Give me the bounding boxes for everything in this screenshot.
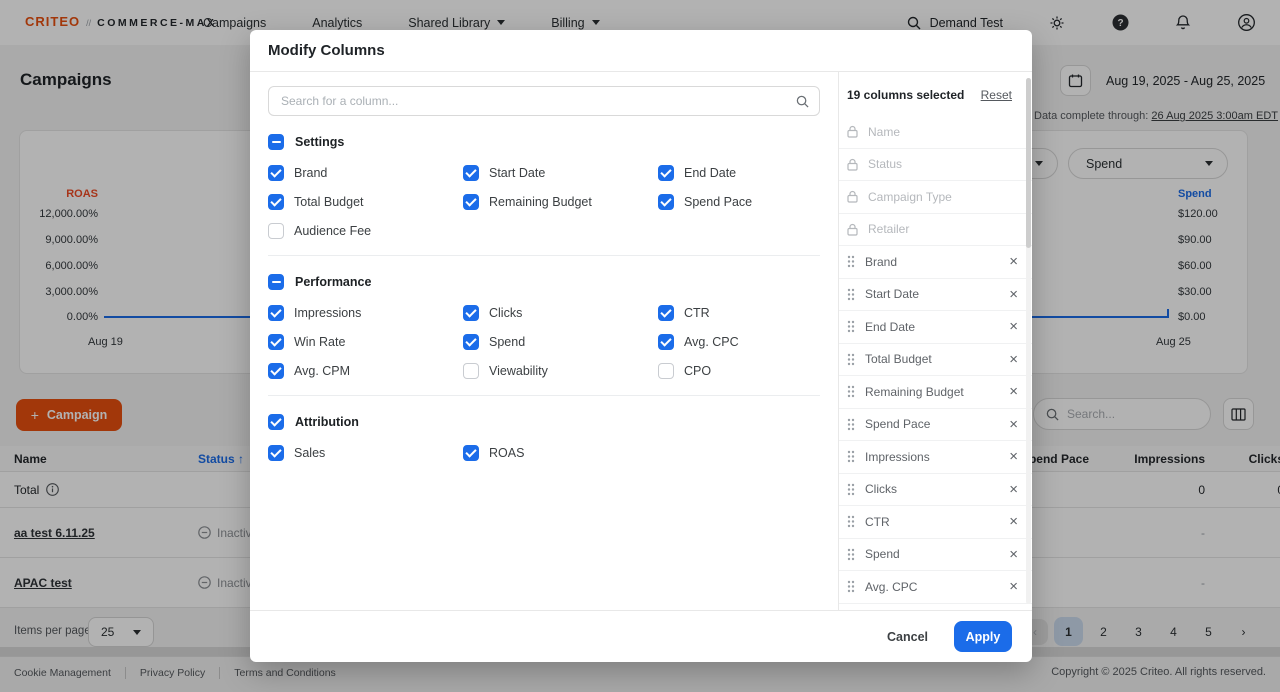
selected-count: 19 columns selected [847,88,964,102]
ordered-column-row[interactable]: End Date× [839,311,1032,344]
column-option-roas[interactable]: ROAS [463,445,658,461]
drag-handle-icon[interactable] [847,418,855,431]
checkbox[interactable] [463,194,479,210]
panel-scrollbar[interactable] [1026,78,1031,604]
remove-column-icon[interactable]: × [1009,319,1018,334]
drag-handle-icon[interactable] [847,548,855,561]
column-option-remaining-budget[interactable]: Remaining Budget [463,194,658,210]
locked-column-row: Status [839,149,1032,182]
column-option-audience-fee[interactable]: Audience Fee [268,223,463,239]
drag-handle-icon[interactable] [847,483,855,496]
checkbox[interactable] [268,363,284,379]
remove-column-icon[interactable]: × [1009,547,1018,562]
cancel-button[interactable]: Cancel [887,630,928,644]
column-option-avg-cpm[interactable]: Avg. CPM [268,363,463,379]
remove-column-icon[interactable]: × [1009,449,1018,464]
drag-handle-icon[interactable] [847,255,855,268]
drag-handle-icon[interactable] [847,580,855,593]
column-option-sales[interactable]: Sales [268,445,463,461]
lock-icon [847,158,858,171]
column-option-start-date[interactable]: Start Date [463,165,658,181]
column-option-clicks[interactable]: Clicks [463,305,658,321]
remove-column-icon[interactable]: × [1009,384,1018,399]
column-option-viewability[interactable]: Viewability [463,363,658,379]
ordered-column-row[interactable]: Total Budget× [839,344,1032,377]
checkbox[interactable] [658,363,674,379]
checkbox[interactable] [658,165,674,181]
ordered-column-row[interactable]: Clicks× [839,474,1032,507]
group-performance[interactable]: Performance [268,274,820,290]
ordered-column-row[interactable]: Remaining Budget× [839,376,1032,409]
search-icon [796,95,809,108]
divider [268,395,820,396]
checkbox[interactable] [268,223,284,239]
lock-icon [847,125,858,138]
drag-handle-icon[interactable] [847,320,855,333]
drag-handle-icon[interactable] [847,288,855,301]
group-settings[interactable]: Settings [268,134,820,150]
checkbox[interactable] [463,305,479,321]
modal-title: Modify Columns [268,42,385,59]
ordered-column-row[interactable]: Start Date× [839,279,1032,312]
ordered-column-row[interactable]: Spend Pace× [839,409,1032,442]
drag-handle-icon[interactable] [847,450,855,463]
column-option-impressions[interactable]: Impressions [268,305,463,321]
checkbox[interactable] [463,445,479,461]
group-checkbox[interactable] [268,414,284,430]
drag-handle-icon[interactable] [847,385,855,398]
remove-column-icon[interactable]: × [1009,579,1018,594]
lock-icon [847,190,858,203]
screen: CRITEO // COMMERCE-MAX Campaigns Analyti… [0,0,1280,692]
group-checkbox[interactable] [268,274,284,290]
ordered-column-row[interactable]: Spend× [839,539,1032,572]
checkbox[interactable] [463,165,479,181]
remove-column-icon[interactable]: × [1009,514,1018,529]
selected-columns-panel: 19 columns selected Reset Name Status Ca… [838,72,1032,610]
remove-column-icon[interactable]: × [1009,254,1018,269]
remove-column-icon[interactable]: × [1009,417,1018,432]
column-option-cpo[interactable]: CPO [658,363,820,379]
drag-handle-icon[interactable] [847,515,855,528]
remove-column-icon[interactable]: × [1009,352,1018,367]
column-option-end-date[interactable]: End Date [658,165,820,181]
checkbox[interactable] [268,165,284,181]
checkbox[interactable] [658,305,674,321]
column-option-avg-cpc[interactable]: Avg. CPC [658,334,820,350]
column-option-total-budget[interactable]: Total Budget [268,194,463,210]
locked-column-row: Retailer [839,214,1032,247]
column-option-win-rate[interactable]: Win Rate [268,334,463,350]
checkbox[interactable] [268,445,284,461]
column-search-input[interactable]: Search for a column... [268,86,820,116]
ordered-column-row[interactable]: Impressions× [839,441,1032,474]
modify-columns-modal: Modify Columns Search for a column... Se… [250,30,1032,662]
checkbox[interactable] [268,194,284,210]
group-checkbox[interactable] [268,134,284,150]
ordered-column-row[interactable]: Avg. CPC× [839,571,1032,604]
modal-column-picker: Search for a column... Settings Brand St… [250,72,838,610]
column-option-spend-pace[interactable]: Spend Pace [658,194,820,210]
checkbox[interactable] [268,305,284,321]
locked-column-row: Name [839,116,1032,149]
checkbox[interactable] [658,334,674,350]
reset-link[interactable]: Reset [981,88,1012,102]
group-attribution[interactable]: Attribution [268,414,820,430]
modal-footer: Cancel Apply [250,610,1032,662]
lock-icon [847,223,858,236]
checkbox[interactable] [658,194,674,210]
ordered-column-row[interactable]: CTR× [839,506,1032,539]
modal-header: Modify Columns [250,30,1032,72]
column-option-spend[interactable]: Spend [463,334,658,350]
apply-button[interactable]: Apply [954,621,1012,652]
drag-handle-icon[interactable] [847,353,855,366]
remove-column-icon[interactable]: × [1009,287,1018,302]
ordered-column-row[interactable]: Brand× [839,246,1032,279]
divider [268,255,820,256]
checkbox[interactable] [463,334,479,350]
locked-column-row: Campaign Type [839,181,1032,214]
column-option-ctr[interactable]: CTR [658,305,820,321]
column-option-brand[interactable]: Brand [268,165,463,181]
checkbox[interactable] [268,334,284,350]
remove-column-icon[interactable]: × [1009,482,1018,497]
checkbox[interactable] [463,363,479,379]
